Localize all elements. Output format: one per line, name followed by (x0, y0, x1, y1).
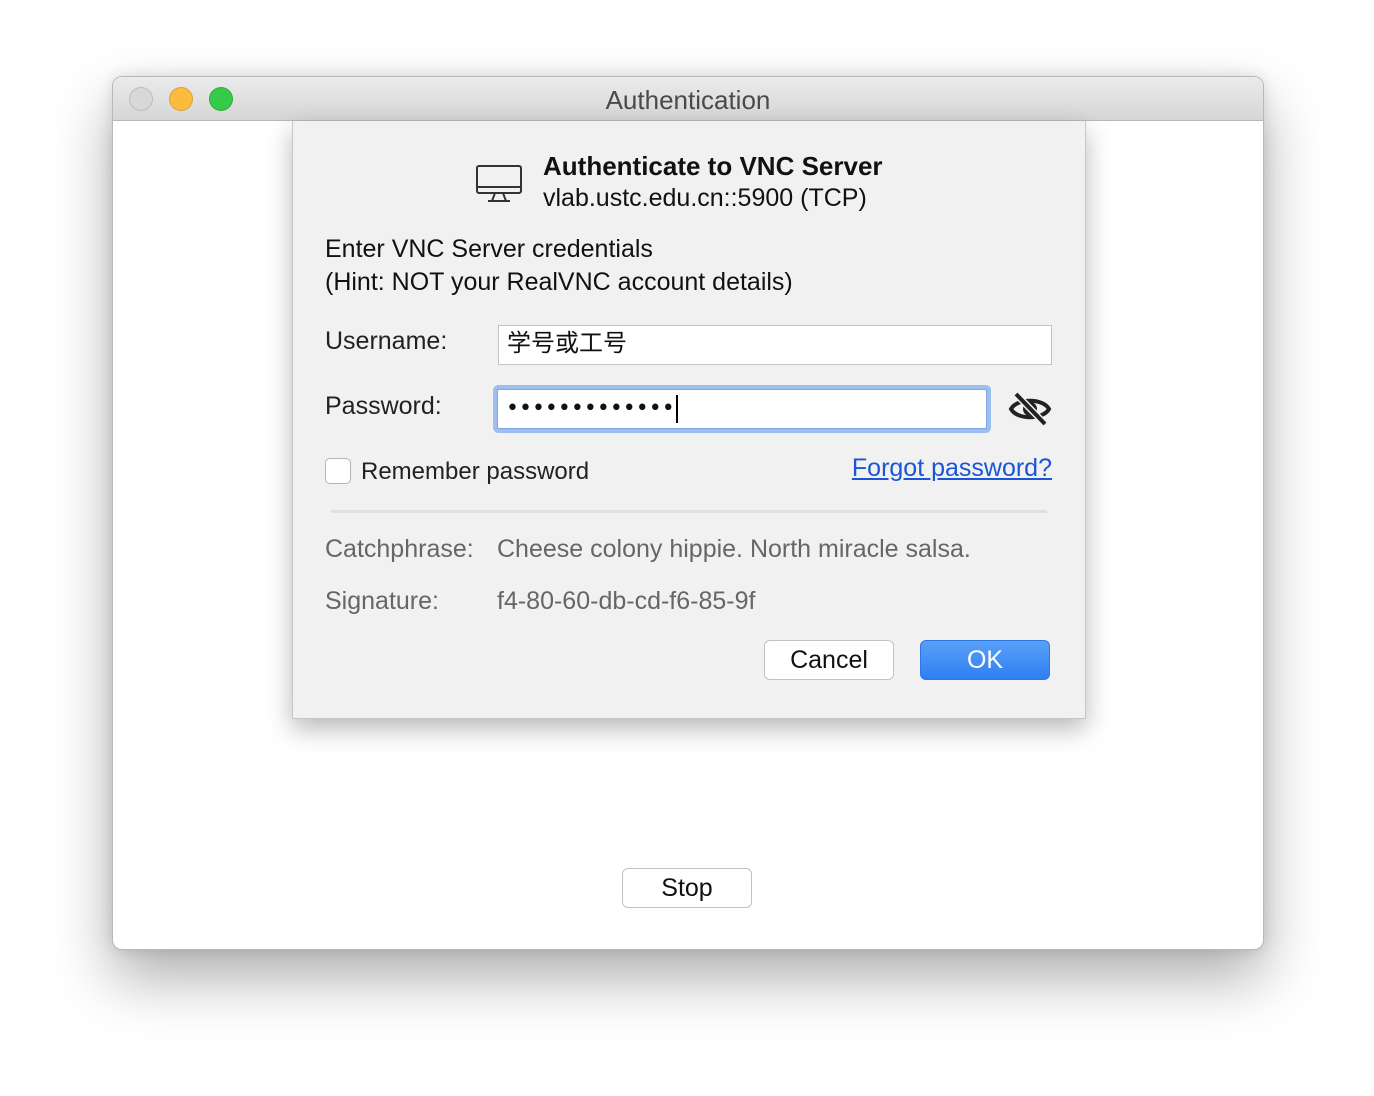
auth-dialog-sheet: Authenticate to VNC Server vlab.ustc.edu… (292, 121, 1086, 719)
text-caret (675, 394, 678, 423)
eye-slash-icon[interactable] (1007, 389, 1053, 429)
stop-button[interactable]: Stop (622, 868, 752, 908)
remember-password-checkbox[interactable] (325, 458, 351, 484)
hint-text: (Hint: NOT your RealVNC account details) (325, 268, 793, 296)
catchphrase-value: Cheese colony hippie. North miracle sals… (497, 535, 971, 563)
title-bar[interactable]: Authentication (113, 77, 1263, 121)
divider (331, 510, 1047, 513)
dialog-heading: Authenticate to VNC Server (543, 151, 883, 181)
signature-value: f4-80-60-db-cd-f6-85-9f (497, 587, 756, 615)
password-label: Password: (325, 392, 442, 420)
username-value: 学号或工号 (507, 330, 627, 357)
username-input[interactable]: 学号或工号 (498, 325, 1052, 365)
password-input[interactable]: ••••••••••••• (497, 389, 987, 429)
remember-password-label[interactable]: Remember password (361, 458, 589, 486)
password-value: ••••••••••••• (506, 396, 675, 421)
ok-button[interactable]: OK (920, 640, 1050, 680)
catchphrase-label: Catchphrase: (325, 535, 474, 563)
server-address: vlab.ustc.edu.cn::5900 (TCP) (543, 184, 867, 212)
intro-text: Enter VNC Server credentials (325, 235, 653, 263)
forgot-password-link[interactable]: Forgot password? (852, 454, 1052, 483)
signature-label: Signature: (325, 587, 439, 615)
monitor-icon (476, 165, 522, 202)
cancel-button[interactable]: Cancel (764, 640, 894, 680)
window-title: Authentication (605, 85, 771, 115)
username-label: Username: (325, 327, 448, 355)
authentication-window: Authentication Authenticate to VNC Serve… (112, 76, 1264, 950)
